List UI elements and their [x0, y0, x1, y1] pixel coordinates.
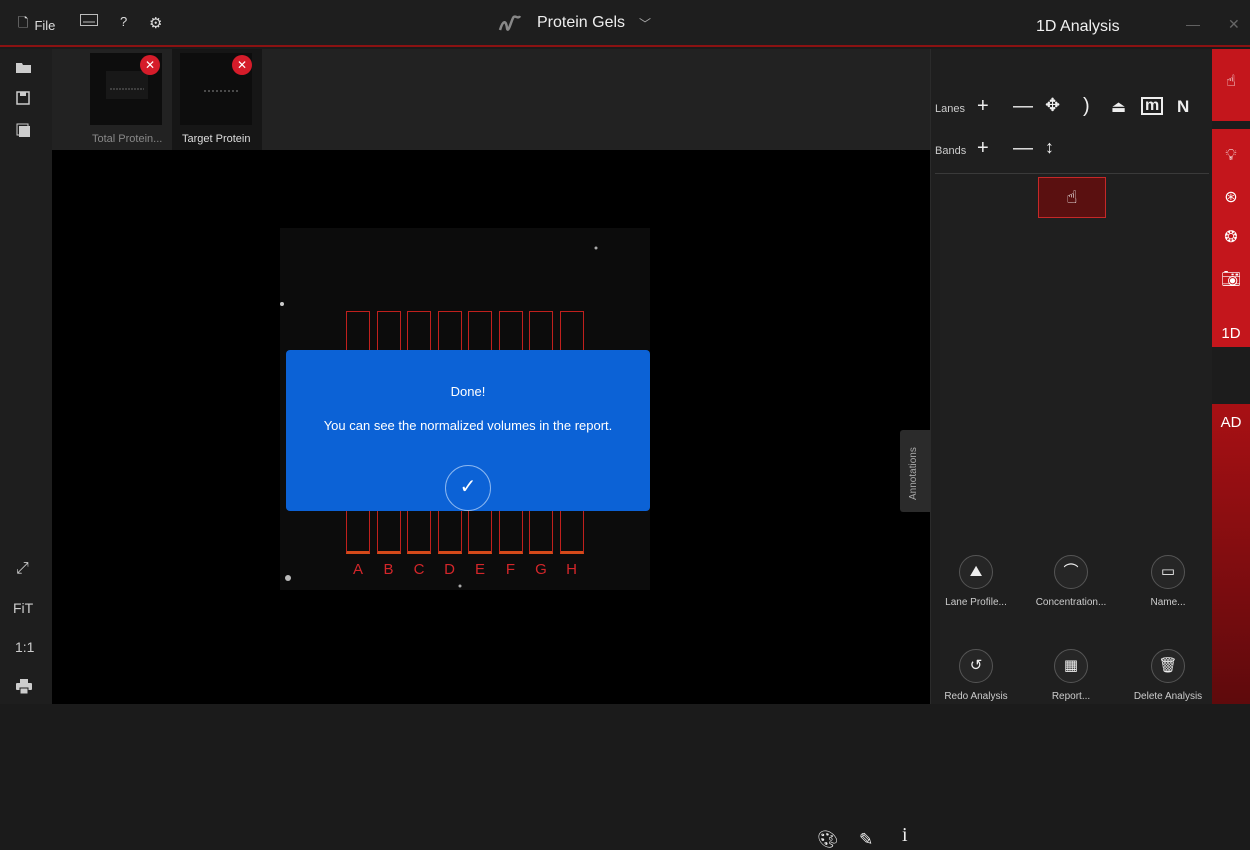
report-label: Report... [1051, 691, 1091, 702]
trash-icon: 🗑︎ [1151, 649, 1185, 683]
delete-analysis-button[interactable]: 🗑︎ Delete Analysis [1123, 649, 1213, 702]
thumbnail-total-protein[interactable]: ✕ Total Protein... [82, 49, 172, 150]
dialog-ok-button[interactable]: ✓ [445, 465, 491, 511]
redo-analysis-label: Redo Analysis [944, 691, 1008, 702]
normalize-button[interactable]: N [1177, 97, 1189, 117]
lane-label: E [474, 561, 485, 578]
remove-thumbnail-button[interactable]: ✕ [140, 55, 160, 75]
name-label: Name... [1150, 597, 1186, 608]
keyboard-icon[interactable] [80, 14, 98, 26]
lane-label: G [535, 561, 547, 578]
dialog-title: Done! [450, 384, 486, 399]
app-logo-icon [498, 15, 522, 31]
lanes-label: Lanes [935, 103, 965, 115]
minimize-button[interactable]: — [1186, 16, 1200, 32]
lane-label: B [383, 561, 394, 578]
light-icon[interactable]: 💡︎ [1212, 147, 1250, 165]
curve-icon: ⌒ [1054, 555, 1088, 589]
rename-icon: ▭ [1151, 555, 1185, 589]
lane-label: H [566, 561, 577, 578]
name-button[interactable]: ▭ Name... [1123, 555, 1213, 608]
left-toolbar: ⤢ FiT 1:1 [0, 49, 52, 704]
app-title: Protein Gels [537, 14, 626, 31]
lane-label: A [352, 561, 363, 578]
expand-icon[interactable]: ⤢ [16, 560, 29, 578]
report-icon: ▦ [1054, 649, 1088, 683]
remove-lane-icon[interactable]: — [1013, 95, 1033, 118]
lane-label: C [413, 561, 425, 578]
add-lane-icon[interactable]: + [977, 95, 989, 118]
concentration-label: Concentration... [1035, 597, 1107, 608]
aperture-icon[interactable]: ❂ [1212, 227, 1250, 247]
save-icon[interactable] [16, 91, 30, 108]
info-icon[interactable]: i [902, 824, 908, 847]
save-all-icon[interactable] [16, 123, 31, 141]
thumbnail-caption: Total Protein... [92, 133, 163, 145]
curve-lane-icon[interactable]: ) [1083, 95, 1090, 118]
tab-ad[interactable]: AD [1212, 414, 1250, 431]
help-label: ? [120, 14, 128, 29]
delete-analysis-label: Delete Analysis [1133, 691, 1203, 702]
open-folder-icon[interactable] [16, 61, 32, 77]
annotations-tab[interactable]: Annotations [900, 430, 930, 512]
tab-1d[interactable]: 1D [1212, 325, 1250, 342]
hand-icon: ☝ [1066, 187, 1078, 207]
tab-ad-panel: AD [1212, 404, 1250, 704]
bands-label: Bands [935, 145, 967, 157]
add-band-icon[interactable]: + [977, 137, 989, 160]
divider [935, 173, 1209, 174]
one-to-one-button[interactable]: 1:1 [15, 639, 34, 655]
mode-strip: ☝ 💡︎ ⊛ ❂ 📷︎ 1D AD [1212, 49, 1250, 704]
annotations-tab-label: Annotations [908, 447, 919, 500]
auto-detect-icon[interactable]: ⏏ [1111, 97, 1126, 117]
remove-thumbnail-button[interactable]: ✕ [232, 55, 252, 75]
done-dialog: Done! You can see the normalized volumes… [286, 350, 650, 511]
pencil-icon[interactable]: ✎ [859, 830, 873, 850]
thumbnail-caption: Target Protein [182, 133, 251, 145]
file-label: File [34, 17, 56, 33]
image-thumbnails: ✕ Total Protein... ✕ Target Protein [52, 49, 930, 150]
marker-button[interactable]: m [1141, 97, 1164, 115]
report-button[interactable]: ▦ Report... [1026, 649, 1116, 702]
close-button[interactable]: ✕ [1228, 16, 1240, 33]
fit-button[interactable]: FiT [13, 600, 33, 616]
touch-icon: ☝ [1226, 73, 1236, 90]
file-menu[interactable]: 🗋 File [18, 14, 55, 36]
palette-icon[interactable]: 🎨︎ [817, 830, 839, 850]
chevron-down-icon: ﹀ [639, 16, 652, 31]
lane-profile-label: Lane Profile... [945, 597, 1007, 608]
move-lane-icon[interactable]: ✥ [1045, 95, 1060, 116]
redo-icon: ↺ [959, 649, 993, 683]
touch-mode-tab[interactable]: ☝ [1212, 49, 1250, 121]
lane-label: F [505, 561, 516, 578]
select-hand-button[interactable]: ☝ [1038, 177, 1106, 218]
remove-band-icon[interactable]: — [1013, 137, 1033, 160]
lane-label: D [444, 561, 455, 578]
redo-analysis-button[interactable]: ↺ Redo Analysis [931, 649, 1021, 702]
print-icon[interactable] [16, 679, 32, 697]
lane-profile-icon: ⛰ [959, 555, 993, 589]
top-bar: 🗋 File ? ⚙ Protein Gels ﹀ 1D Analysis — … [0, 0, 1250, 47]
help-button[interactable]: ? [120, 14, 127, 29]
file-icon: 🗋 [18, 15, 29, 30]
lane-profile-button[interactable]: ⛰ Lane Profile... [931, 555, 1021, 608]
gear-icon[interactable]: ⚙ [149, 14, 162, 32]
thumbnail-target-protein[interactable]: ✕ Target Protein [172, 49, 262, 150]
dialog-message: You can see the normalized volumes in th… [323, 418, 613, 433]
acquisition-tabs: 💡︎ ⊛ ❂ 📷︎ [1212, 129, 1250, 347]
filter-wheel-icon[interactable]: ⊛ [1212, 187, 1250, 207]
app-title-selector[interactable]: Protein Gels ﹀ [497, 10, 651, 36]
panel-title: 1D Analysis [1036, 18, 1120, 35]
concentration-button[interactable]: ⌒ Concentration... [1026, 555, 1116, 608]
camera-icon[interactable]: 📷︎ [1212, 269, 1250, 289]
analysis-panel: Lanes + — ✥ ) ⏏ m N Bands + — ↕ ☝ ⛰ Lane… [930, 49, 1212, 704]
move-band-icon[interactable]: ↕ [1045, 137, 1054, 158]
